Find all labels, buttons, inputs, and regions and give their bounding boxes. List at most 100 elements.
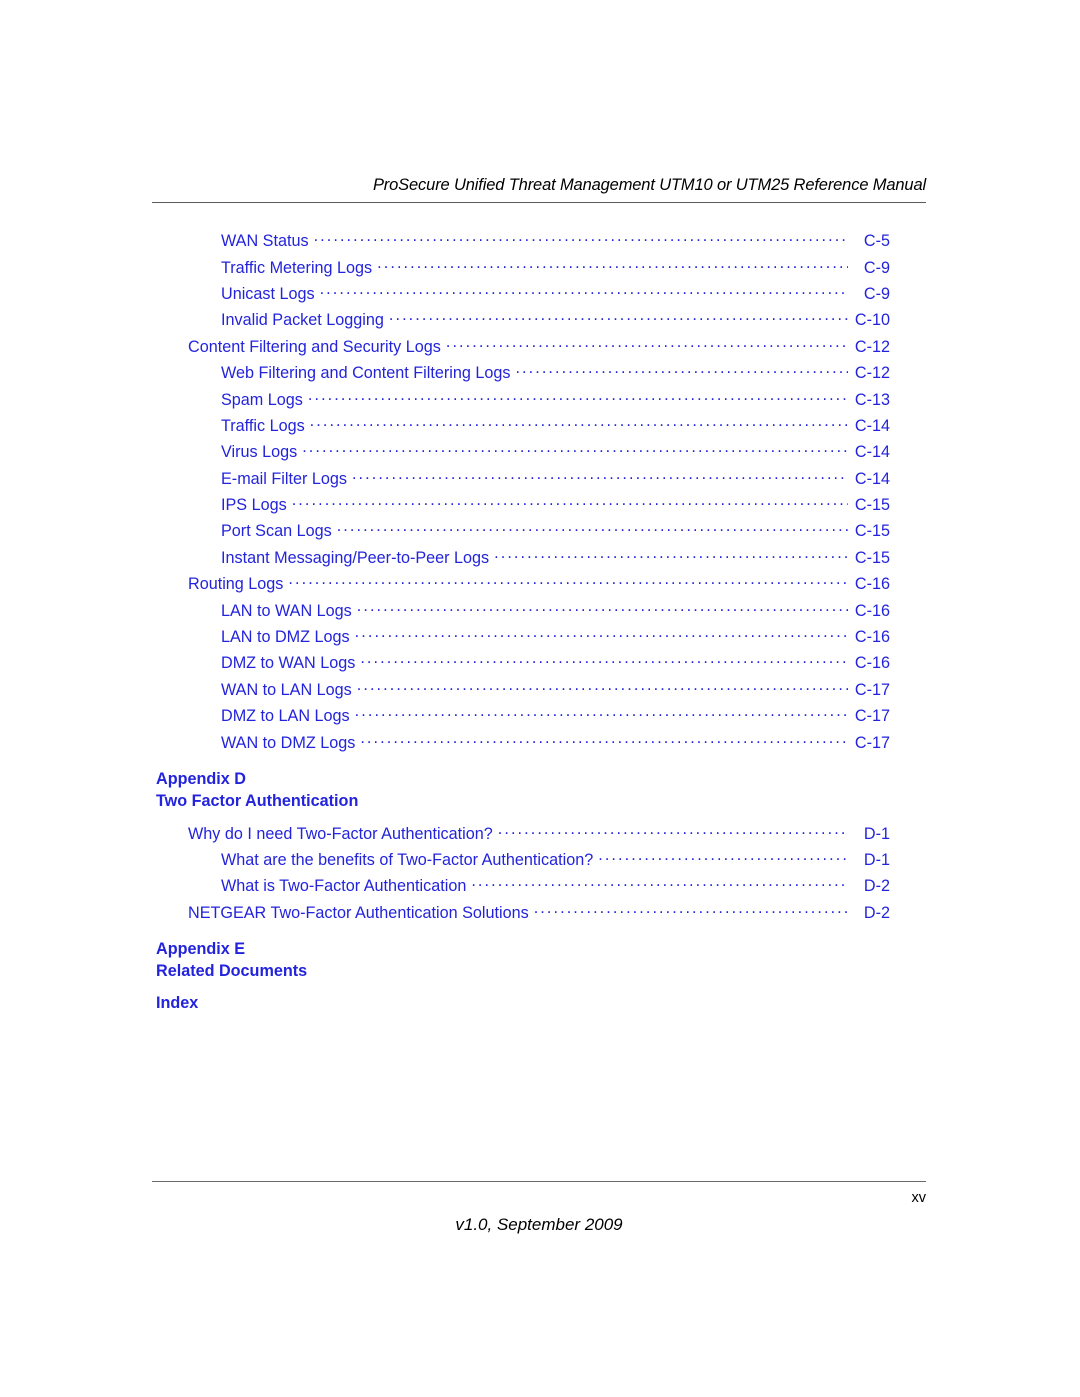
toc-entry-title: Invalid Packet Logging (221, 311, 384, 330)
toc-entry-title: What are the benefits of Two-Factor Auth… (221, 850, 594, 869)
toc-entry[interactable]: IPS Logs C-15 (221, 494, 890, 520)
toc-dot-leader (288, 573, 848, 589)
table-of-contents: WAN Status C-5 Traffic Metering Logs C-9 Uni… (0, 230, 1080, 1014)
toc-entry-page-number: C-14 (854, 416, 890, 435)
toc-dot-leader (498, 822, 848, 838)
appendix-e-title: Related Documents (156, 962, 308, 981)
toc-entry-title: Traffic Metering Logs (221, 258, 373, 277)
toc-dot-leader (355, 705, 848, 721)
toc-dot-leader (292, 494, 848, 510)
toc-entry-page-number: D-2 (863, 877, 890, 896)
toc-dot-leader (360, 731, 848, 747)
toc-entry[interactable]: LAN to WAN Logs C-16 (221, 599, 890, 625)
toc-dot-leader (357, 599, 848, 615)
toc-dot-leader (355, 626, 848, 642)
toc-entry[interactable]: DMZ to WAN Logs C-16 (221, 652, 890, 678)
document-page: ProSecure Unified Threat Management UTM1… (0, 0, 1080, 1397)
toc-entry-title: Content Filtering and Security Logs (188, 337, 441, 356)
toc-entry[interactable]: Instant Messaging/Peer-to-Peer Logs C-15 (221, 547, 890, 573)
toc-dot-leader (534, 902, 848, 918)
toc-entry[interactable]: Content Filtering and Security Logs C-12 (188, 336, 890, 362)
toc-entry-title: Virus Logs (221, 443, 298, 462)
toc-dot-leader (360, 652, 848, 668)
toc-dot-leader (320, 283, 848, 299)
header-divider-rule (152, 202, 926, 203)
toc-entry-page-number: C-12 (854, 364, 890, 383)
toc-entry[interactable]: WAN to DMZ Logs C-17 (221, 731, 890, 757)
toc-entry-title: DMZ to LAN Logs (221, 707, 350, 726)
toc-entry[interactable]: Traffic Logs C-14 (221, 415, 890, 441)
toc-entry-title: LAN to DMZ Logs (221, 628, 350, 647)
toc-entry-title: Port Scan Logs (221, 522, 332, 541)
toc-dot-leader (446, 336, 848, 352)
toc-entry-page-number: C-16 (854, 654, 890, 673)
appendix-e-label: Appendix E (156, 939, 246, 958)
toc-entry-page-number: C-13 (854, 390, 890, 409)
appendix-d-heading[interactable]: Appendix D Two Factor Authentication (156, 768, 1080, 813)
toc-dot-leader (377, 256, 848, 272)
toc-entry-title: DMZ to WAN Logs (221, 654, 356, 673)
toc-entry[interactable]: Traffic Metering Logs C-9 (221, 256, 890, 282)
toc-dot-leader (471, 875, 848, 891)
toc-entry-page-number: C-15 (854, 496, 890, 515)
footer-divider-rule (152, 1181, 926, 1182)
toc-entry[interactable]: Spam Logs C-13 (221, 388, 890, 414)
toc-entry-title: WAN Status (221, 232, 309, 251)
index-heading[interactable]: Index (156, 992, 1080, 1014)
toc-entry-page-number: C-12 (854, 337, 890, 356)
footer-page-number: xv (911, 1190, 927, 1206)
footer-version-text: v1.0, September 2009 (455, 1215, 623, 1234)
toc-dot-leader (515, 362, 848, 378)
toc-dot-leader (357, 679, 848, 695)
toc-entry[interactable]: WAN Status C-5 (221, 230, 890, 256)
toc-entry[interactable]: Virus Logs C-14 (221, 441, 890, 467)
appendix-d-label: Appendix D (156, 769, 246, 788)
toc-dot-leader (352, 468, 848, 484)
toc-entry-page-number: C-14 (854, 469, 890, 488)
toc-dot-leader (302, 441, 848, 457)
toc-entry-page-number: C-9 (863, 258, 890, 277)
toc-entry-title: Why do I need Two-Factor Authentication? (188, 824, 493, 843)
toc-entry[interactable]: NETGEAR Two-Factor Authentication Soluti… (188, 902, 890, 928)
toc-dot-leader (598, 849, 848, 865)
toc-entry-page-number: C-5 (863, 232, 890, 251)
toc-entry-page-number: C-16 (854, 601, 890, 620)
toc-entry[interactable]: Routing Logs C-16 (188, 573, 890, 599)
toc-entry[interactable]: WAN to LAN Logs C-17 (221, 679, 890, 705)
toc-dot-leader (310, 415, 848, 431)
toc-entry-title: NETGEAR Two-Factor Authentication Soluti… (188, 903, 529, 922)
toc-entry-page-number: D-1 (863, 824, 890, 843)
toc-entry-page-number: D-1 (863, 850, 890, 869)
toc-entry[interactable]: What is Two-Factor Authentication D-2 (221, 875, 890, 901)
toc-dot-leader (314, 230, 848, 246)
toc-entry-title: Instant Messaging/Peer-to-Peer Logs (221, 548, 490, 567)
toc-entry[interactable]: Port Scan Logs C-15 (221, 520, 890, 546)
toc-entry-title: WAN to LAN Logs (221, 680, 352, 699)
toc-entry-title: LAN to WAN Logs (221, 601, 352, 620)
toc-entry-page-number: C-16 (854, 575, 890, 594)
toc-entry[interactable]: Web Filtering and Content Filtering Logs… (221, 362, 890, 388)
toc-entry-page-number: C-17 (854, 680, 890, 699)
appendix-e-heading[interactable]: Appendix E Related Documents (156, 938, 1080, 983)
toc-entry[interactable]: Unicast Logs C-9 (221, 283, 890, 309)
running-header-title: ProSecure Unified Threat Management UTM1… (372, 176, 926, 194)
toc-entry-page-number: C-17 (854, 733, 890, 752)
toc-entry[interactable]: Invalid Packet Logging C-10 (221, 309, 890, 335)
toc-entry[interactable]: What are the benefits of Two-Factor Auth… (221, 849, 890, 875)
toc-dot-leader (389, 309, 848, 325)
toc-entry-title: E-mail Filter Logs (221, 469, 347, 488)
toc-entry[interactable]: DMZ to LAN Logs C-17 (221, 705, 890, 731)
toc-entry-title: Spam Logs (221, 390, 303, 409)
toc-entry[interactable]: LAN to DMZ Logs C-16 (221, 626, 890, 652)
toc-entry[interactable]: E-mail Filter Logs C-14 (221, 468, 890, 494)
toc-entry-page-number: C-16 (854, 628, 890, 647)
toc-entry[interactable]: Why do I need Two-Factor Authentication?… (188, 822, 890, 848)
toc-entry-title: Routing Logs (188, 575, 284, 594)
toc-dot-leader (337, 520, 848, 536)
toc-entry-title: What is Two-Factor Authentication (221, 877, 467, 896)
toc-entry-page-number: C-10 (854, 311, 890, 330)
